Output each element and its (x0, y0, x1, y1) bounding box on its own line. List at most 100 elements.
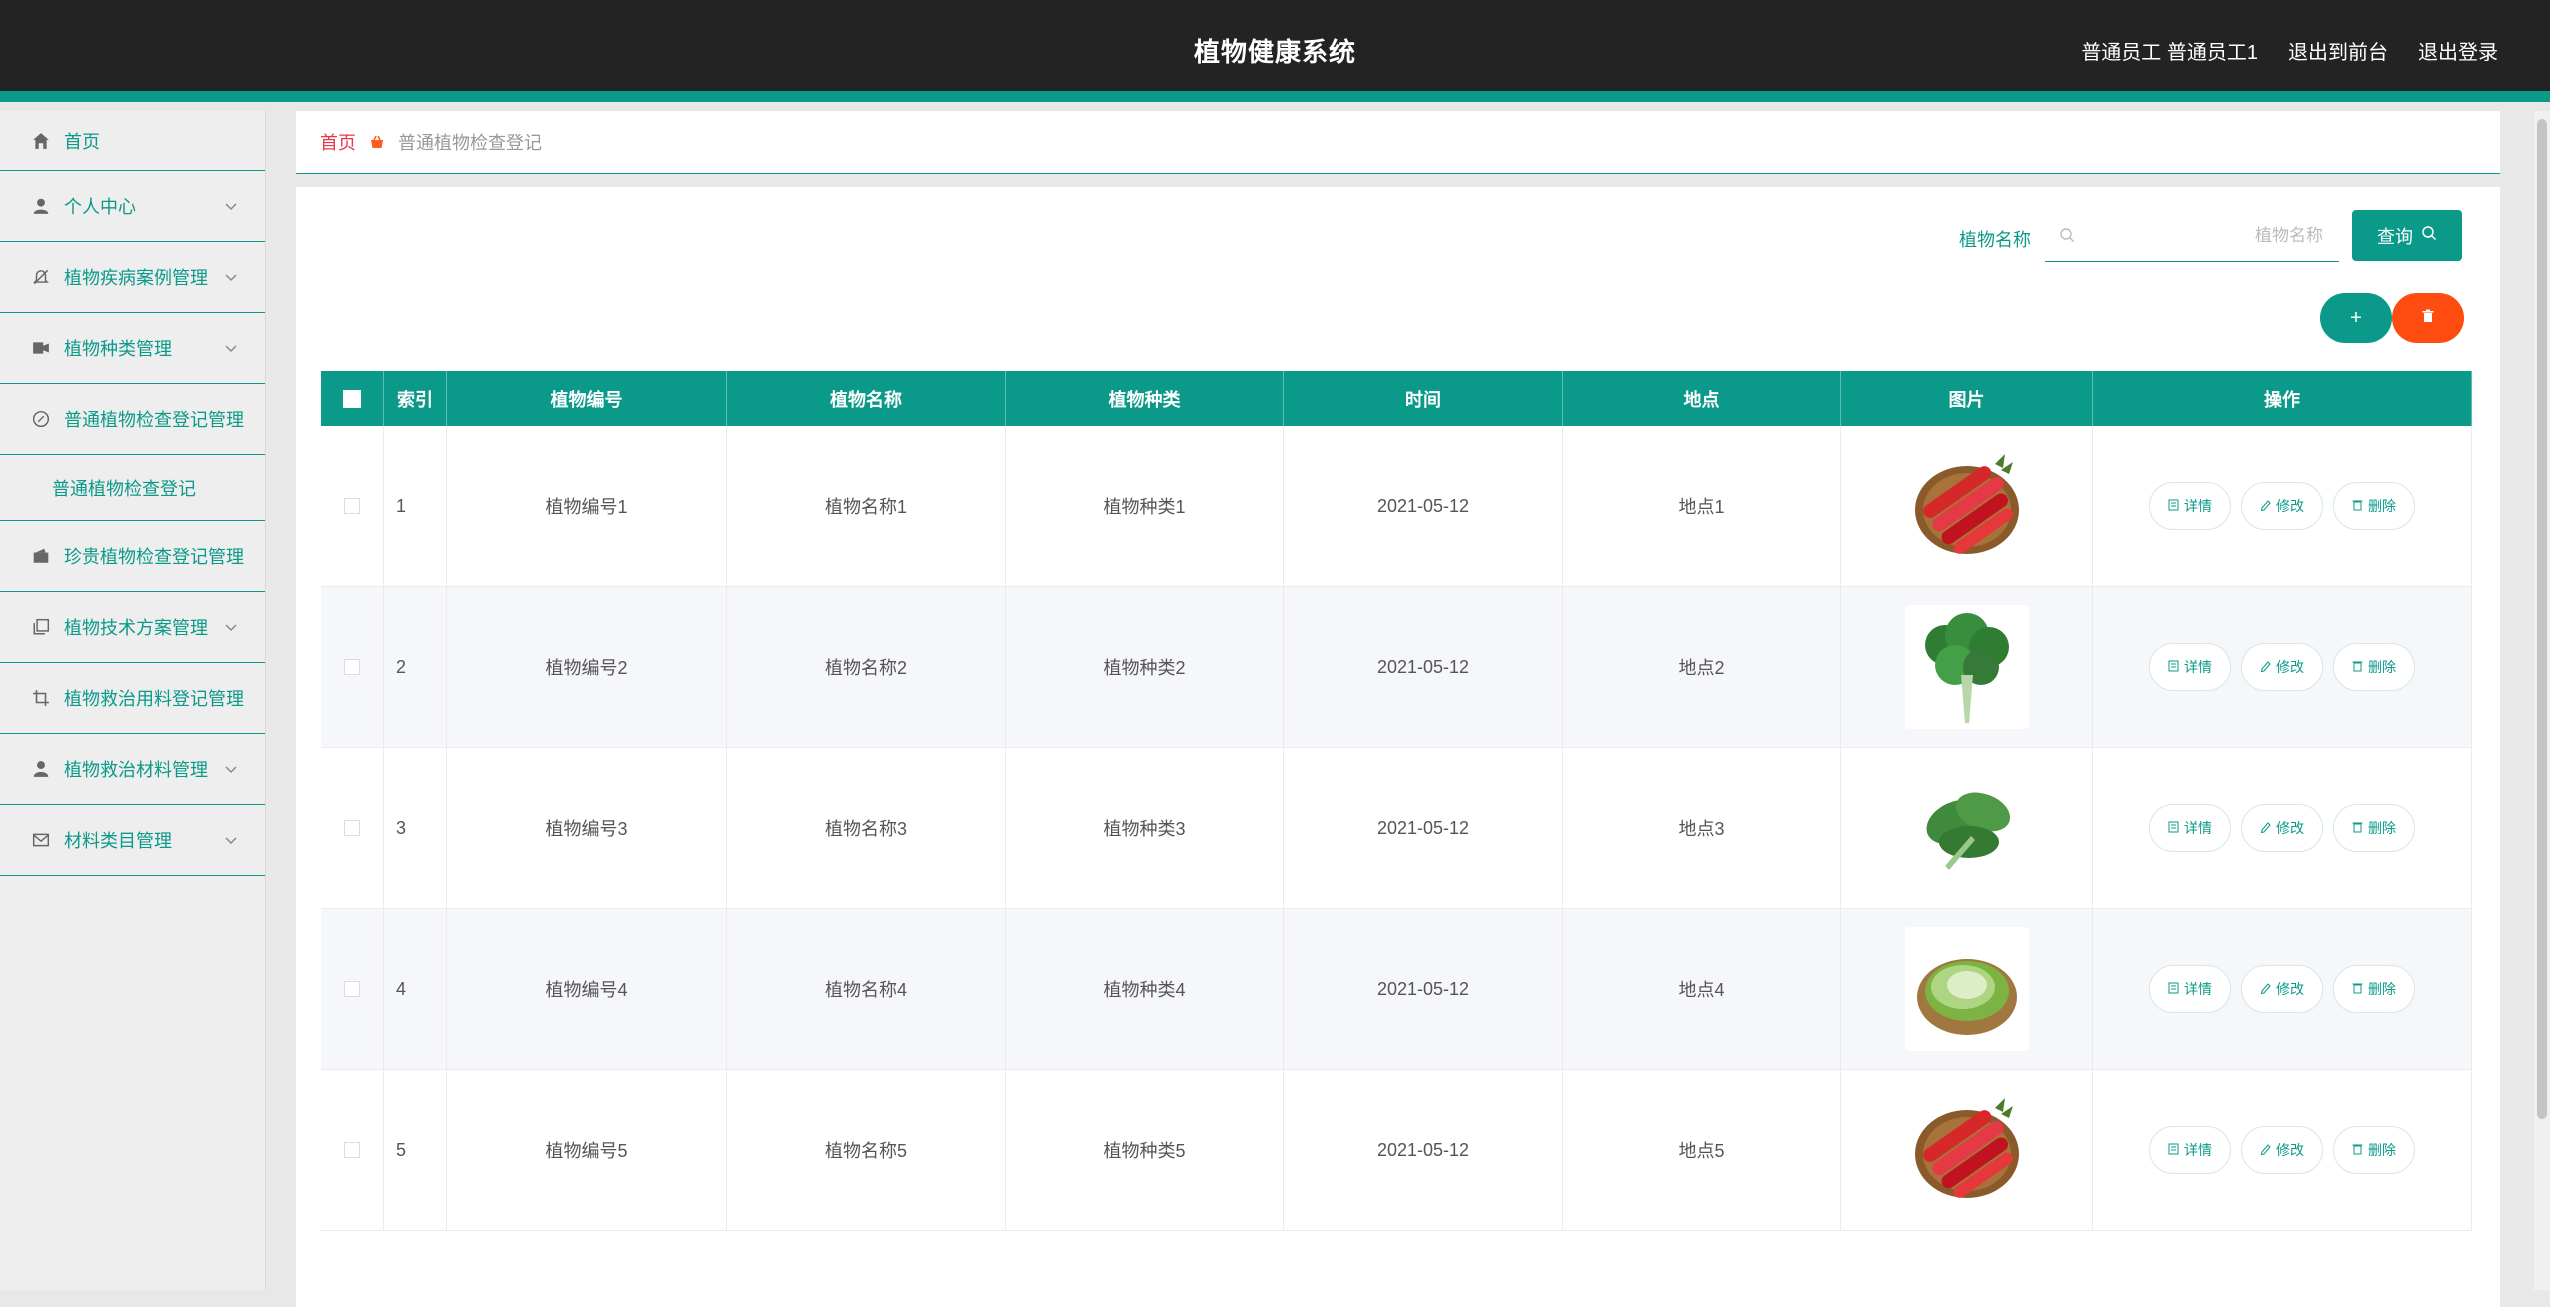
top-right-nav: 普通员工 普通员工1 退出到前台 退出登录 (2081, 36, 2498, 65)
table-body: 1 植物编号1 植物名称1 植物种类1 2021-05-12 地点1 详情 修改 删除 2 植物编号… (321, 426, 2472, 1231)
detail-button-label: 详情 (2184, 659, 2212, 675)
cell-plant-name: 植物名称2 (727, 587, 1006, 747)
detail-button[interactable]: 详情 (2149, 965, 2231, 1013)
sidebar-item-material-usage[interactable]: 植物救治用料登记管理 (0, 663, 265, 734)
sidebar-item-label: 植物种类管理 (64, 339, 172, 359)
trash-icon (2352, 981, 2363, 997)
cell-plant-name: 植物名称5 (727, 1070, 1006, 1230)
cell-image (1841, 426, 2093, 586)
home-icon (30, 130, 52, 152)
crop-icon (30, 687, 52, 709)
delete-button[interactable]: 删除 (2333, 1126, 2415, 1174)
table-row: 5 植物编号5 植物名称5 植物种类5 2021-05-12 地点5 详情 修改 删除 (321, 1070, 2472, 1231)
edit-button[interactable]: 修改 (2241, 1126, 2323, 1174)
row-checkbox[interactable] (344, 981, 360, 997)
cell-actions: 详情 修改 删除 (2093, 748, 2472, 908)
row-checkbox[interactable] (344, 498, 360, 514)
ticket-icon (30, 337, 52, 359)
row-checkbox[interactable] (344, 659, 360, 675)
cell-place: 地点2 (1563, 587, 1841, 747)
breadcrumb: 首页 普通植物检查登记 (296, 111, 2500, 174)
sidebar-item-normal-check-management[interactable]: 普通植物检查登记管理 (0, 384, 265, 455)
select-all-checkbox[interactable] (343, 389, 361, 408)
cell-time: 2021-05-12 (1284, 1070, 1563, 1230)
sidebar-item-disease-cases[interactable]: 植物疾病案例管理 (0, 242, 265, 313)
cell-actions: 详情 修改 删除 (2093, 909, 2472, 1069)
search-icon (2421, 225, 2437, 246)
edit-icon (2260, 1142, 2271, 1158)
cell-image (1841, 587, 2093, 747)
logout-link[interactable]: 退出登录 (2418, 36, 2498, 65)
cell-plant-type: 植物种类1 (1006, 426, 1284, 586)
cell-plant-type: 植物种类5 (1006, 1070, 1284, 1230)
detail-button[interactable]: 详情 (2149, 1126, 2231, 1174)
sidebar-item-home[interactable]: 首页 (0, 111, 265, 171)
trash-icon (2421, 309, 2435, 328)
cell-time: 2021-05-12 (1284, 748, 1563, 908)
cell-actions: 详情 修改 删除 (2093, 587, 2472, 747)
delete-button[interactable]: 删除 (2333, 482, 2415, 530)
user-icon (30, 195, 52, 217)
chevron-down-icon (225, 195, 237, 216)
add-button[interactable]: + (2320, 293, 2392, 343)
delete-button[interactable]: 删除 (2333, 643, 2415, 691)
table-row: 2 植物编号2 植物名称2 植物种类2 2021-05-12 地点2 详情 修改 删除 (321, 587, 2472, 748)
cell-plant-type: 植物种类4 (1006, 909, 1284, 1069)
cell-image (1841, 748, 2093, 908)
query-button[interactable]: 查询 (2352, 210, 2462, 261)
column-header: 操作 (2093, 371, 2472, 426)
detail-button-label: 详情 (2184, 820, 2212, 836)
delete-button[interactable]: 删除 (2333, 965, 2415, 1013)
sidebar-item-label: 珍贵植物检查登记管理 (64, 547, 244, 567)
document-icon (2168, 820, 2179, 836)
sidebar-item-personal-center[interactable]: 个人中心 (0, 171, 265, 242)
plant-image (1904, 1088, 2029, 1212)
cell-plant-code: 植物编号1 (447, 426, 727, 586)
sidebar-item-materials[interactable]: 植物救治材料管理 (0, 734, 265, 805)
sidebar-item-tech-plans[interactable]: 植物技术方案管理 (0, 592, 265, 663)
back-to-front-link[interactable]: 退出到前台 (2288, 36, 2388, 65)
sidebar-item-label: 植物技术方案管理 (64, 618, 208, 638)
cell-place: 地点4 (1563, 909, 1841, 1069)
cell-index: 3 (384, 748, 447, 908)
sidebar-item-label: 植物救治材料管理 (64, 760, 208, 780)
sidebar-item-plant-types[interactable]: 植物种类管理 (0, 313, 265, 384)
delete-button-label: 删除 (2368, 498, 2396, 514)
plus-icon: + (2350, 306, 2362, 329)
batch-delete-button[interactable] (2392, 293, 2464, 343)
edit-button[interactable]: 修改 (2241, 804, 2323, 852)
sidebar-item-label: 材料类目管理 (64, 831, 172, 851)
scrollbar-thumb[interactable] (2537, 119, 2547, 1119)
document-icon (2168, 498, 2179, 514)
detail-button[interactable]: 详情 (2149, 643, 2231, 691)
column-header: 植物名称 (727, 371, 1006, 426)
delete-button[interactable]: 删除 (2333, 804, 2415, 852)
breadcrumb-home[interactable]: 首页 (320, 129, 356, 155)
plant-image (1904, 766, 2029, 890)
person-icon (30, 758, 52, 780)
trash-icon (2352, 1142, 2363, 1158)
detail-button[interactable]: 详情 (2149, 804, 2231, 852)
row-checkbox[interactable] (344, 1142, 360, 1158)
row-select-cell (321, 909, 384, 1069)
search-input[interactable] (2091, 212, 2325, 260)
sidebar-subitem-normal-check[interactable]: 普通植物检查登记 (0, 455, 265, 521)
cell-plant-code: 植物编号3 (447, 748, 727, 908)
edit-button[interactable]: 修改 (2241, 482, 2323, 530)
vertical-scrollbar[interactable] (2534, 111, 2550, 1290)
detail-button[interactable]: 详情 (2149, 482, 2231, 530)
sidebar-item-material-categories[interactable]: 材料类目管理 (0, 805, 265, 876)
plant-image (1904, 605, 2029, 729)
sidebar-item-label: 普通植物检查登记管理 (64, 410, 244, 430)
row-checkbox[interactable] (344, 820, 360, 836)
trash-icon (2352, 820, 2363, 836)
current-user[interactable]: 普通员工 普通员工1 (2081, 36, 2258, 65)
edit-icon (2260, 981, 2271, 997)
edit-button[interactable]: 修改 (2241, 965, 2323, 1013)
sidebar-item-rare-check-management[interactable]: 珍贵植物检查登记管理 (0, 521, 265, 592)
document-icon (2168, 981, 2179, 997)
delete-button-label: 删除 (2368, 659, 2396, 675)
edit-icon (2260, 820, 2271, 836)
trash-icon (2352, 498, 2363, 514)
edit-button[interactable]: 修改 (2241, 643, 2323, 691)
